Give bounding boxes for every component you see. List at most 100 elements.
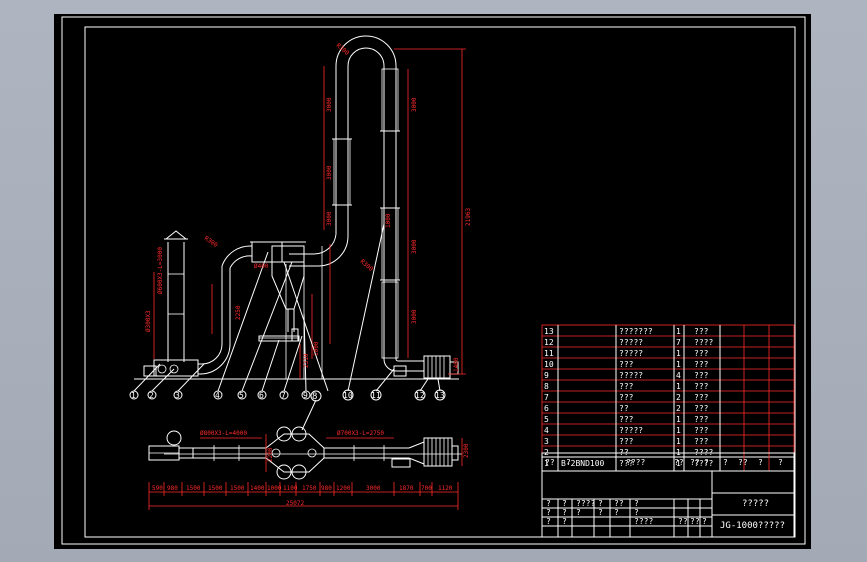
- svg-text:?: ?: [546, 517, 551, 526]
- part-balloons: 1 2 3 4 5 6 7 9 10 11 12 13: [129, 389, 446, 401]
- svg-text:???: ???: [619, 382, 634, 391]
- svg-text:11: 11: [544, 349, 554, 358]
- svg-text:590: 590: [152, 485, 163, 492]
- heater-unit: [153, 359, 199, 377]
- dim-tube-up1: 3000: [326, 97, 333, 112]
- svg-text:8: 8: [544, 382, 549, 391]
- svg-text:????: ????: [626, 458, 645, 467]
- svg-text:3000: 3000: [366, 485, 381, 492]
- title-block-grid: ? ? ???? ? ?? ? ? ? ? ? ? ? ? ? ???? ?? …: [546, 499, 707, 526]
- svg-text:980: 980: [321, 485, 332, 492]
- svg-text:?: ?: [758, 458, 763, 467]
- svg-text:4: 4: [676, 371, 681, 380]
- dim-mid-pipe: 2250: [235, 305, 242, 320]
- svg-text:?????: ?????: [619, 371, 643, 380]
- dim-dust-pipe: Ø600X3-L=3000: [157, 247, 164, 294]
- plan-height-right: 2300: [463, 443, 470, 458]
- svg-text:??: ??: [545, 458, 555, 467]
- svg-text:???: ???: [694, 426, 709, 435]
- svg-text:1: 1: [676, 349, 681, 358]
- svg-text:1750: 1750: [302, 485, 317, 492]
- svg-text:?: ?: [634, 508, 639, 517]
- svg-text:1: 1: [676, 382, 681, 391]
- svg-text:??: ??: [690, 517, 700, 526]
- svg-text:???: ???: [619, 393, 634, 402]
- svg-text:?: ?: [704, 458, 709, 467]
- svg-text:13: 13: [544, 327, 554, 336]
- dim-top-1000: 1000: [385, 213, 392, 228]
- svg-text:10: 10: [343, 391, 353, 400]
- svg-text:12: 12: [544, 338, 554, 347]
- svg-text:1: 1: [131, 391, 136, 400]
- plan-height-mid: 2200: [267, 447, 274, 462]
- svg-text:700: 700: [421, 485, 432, 492]
- dim-top-bend: R300: [335, 42, 351, 57]
- svg-text:1: 1: [676, 327, 681, 336]
- dim-low-1000: 1000: [313, 341, 320, 356]
- svg-text:2: 2: [149, 391, 154, 400]
- cad-viewport[interactable]: R300 3000 3000 3000 3000 3000 3000 21963…: [0, 0, 867, 562]
- svg-text:???: ???: [694, 437, 709, 446]
- svg-text:??: ??: [674, 458, 684, 467]
- svg-text:?: ?: [562, 517, 567, 526]
- bill-of-materials: [541, 324, 795, 472]
- svg-text:?: ?: [598, 499, 603, 508]
- dim-tube-down1: 3000: [411, 97, 418, 112]
- drawing-title: ?????: [742, 499, 769, 509]
- svg-text:7: 7: [544, 393, 549, 402]
- dim-height-2310: 2310: [303, 353, 310, 368]
- svg-text:?: ?: [723, 458, 728, 467]
- svg-text:?: ?: [778, 458, 783, 467]
- svg-text:4: 4: [215, 391, 220, 400]
- svg-text:?: ?: [576, 508, 581, 517]
- svg-text:3: 3: [544, 437, 549, 446]
- dim-tube-up2: 3000: [326, 165, 333, 180]
- svg-text:???: ???: [694, 360, 709, 369]
- svg-text:1500: 1500: [186, 485, 201, 492]
- svg-text:????: ????: [576, 499, 595, 508]
- dim-total-height: 21963: [465, 208, 472, 226]
- svg-text:???: ???: [619, 415, 634, 424]
- svg-text:?: ?: [634, 499, 639, 508]
- svg-text:??: ??: [738, 458, 748, 467]
- svg-text:???: ???: [694, 327, 709, 336]
- dim-left-pipe: Ø300X3: [145, 310, 152, 332]
- svg-text:?: ?: [546, 499, 551, 508]
- svg-text:1: 1: [676, 426, 681, 435]
- plan-label-right: Ø700X3-L=2750: [337, 430, 384, 437]
- plan-total-dim: 25072: [286, 500, 304, 507]
- svg-text:6: 6: [544, 404, 549, 413]
- svg-text:???????: ???????: [619, 327, 653, 336]
- chimney-cap: [164, 230, 188, 240]
- svg-text:??: ??: [690, 458, 700, 467]
- drawing-canvas: R300 3000 3000 3000 3000 3000 3000 21963…: [61, 16, 806, 545]
- dim-fan-1400: 1400: [453, 357, 460, 372]
- svg-text:?: ?: [598, 508, 603, 517]
- svg-text:???: ???: [694, 371, 709, 380]
- plan-label-left: Ø800X3-L=4000: [200, 430, 247, 437]
- svg-text:1120: 1120: [438, 485, 453, 492]
- svg-text:???: ???: [694, 349, 709, 358]
- svg-text:4: 4: [544, 426, 549, 435]
- svg-text:7: 7: [676, 338, 681, 347]
- svg-text:?: ?: [562, 499, 567, 508]
- svg-text:12: 12: [415, 391, 425, 400]
- svg-text:6: 6: [259, 391, 264, 400]
- svg-text:???: ???: [619, 437, 634, 446]
- svg-text:?: ?: [566, 458, 571, 467]
- dim-tube-down2: 3000: [411, 239, 418, 254]
- svg-text:??: ??: [678, 517, 688, 526]
- svg-text:?: ?: [546, 508, 551, 517]
- cyclone-top: [251, 241, 283, 263]
- svg-text:???: ???: [694, 382, 709, 391]
- dim-inlet: Ø400: [254, 263, 269, 270]
- svg-text:2: 2: [676, 404, 681, 413]
- svg-text:1: 1: [676, 415, 681, 424]
- svg-text:1000: 1000: [267, 485, 282, 492]
- svg-text:???: ???: [694, 393, 709, 402]
- plan-segment-dims: 590 980 1500 1500 1500 1400 1000 1100 17…: [152, 485, 453, 492]
- bom-rows: 13??????? 1??? 12????? 7???? 11????? 1??? 1…: [544, 327, 713, 468]
- svg-text:9: 9: [303, 391, 308, 400]
- svg-text:5: 5: [544, 415, 549, 424]
- svg-text:????: ????: [634, 517, 653, 526]
